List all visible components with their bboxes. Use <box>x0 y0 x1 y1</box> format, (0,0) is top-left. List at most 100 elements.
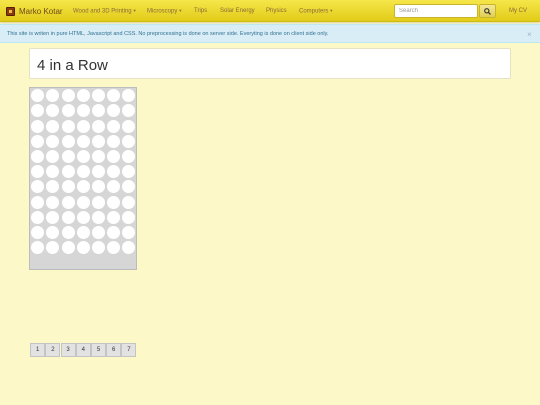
board-cell[interactable] <box>122 165 136 179</box>
board-cell[interactable] <box>76 149 90 163</box>
board-cell[interactable] <box>46 119 60 133</box>
search-input[interactable] <box>394 4 478 18</box>
board-cell[interactable] <box>76 210 90 224</box>
board-cell[interactable] <box>122 89 136 103</box>
board-cell[interactable] <box>61 104 75 118</box>
board-cell[interactable] <box>122 195 136 209</box>
board-cell[interactable] <box>122 180 136 194</box>
info-alert: This site is writen in pure HTML, Javasc… <box>0 24 540 43</box>
board-cell[interactable] <box>76 104 90 118</box>
board-cell[interactable] <box>46 89 60 103</box>
board-cell[interactable] <box>91 165 105 179</box>
board-cell[interactable] <box>91 241 105 255</box>
nav-microscopy-label: Microscopy <box>147 8 178 15</box>
brand-link[interactable]: Marko Kotar <box>6 0 63 22</box>
board-cell[interactable] <box>61 119 75 133</box>
board-cell[interactable] <box>76 241 90 255</box>
board-cell[interactable] <box>46 134 60 148</box>
drop-column-button-6[interactable]: 6 <box>106 343 122 357</box>
board-cell[interactable] <box>61 149 75 163</box>
board-cell[interactable] <box>107 210 121 224</box>
board-cell[interactable] <box>46 149 60 163</box>
nav-wood-3d-printing[interactable]: Wood and 3D Printing▼ <box>73 0 137 22</box>
board-cell[interactable] <box>107 165 121 179</box>
board-cell[interactable] <box>31 134 45 148</box>
board-cell[interactable] <box>91 225 105 239</box>
my-cv-link[interactable]: My CV <box>509 0 527 22</box>
board-cell[interactable] <box>107 149 121 163</box>
board-cell[interactable] <box>31 225 45 239</box>
board-cell[interactable] <box>61 210 75 224</box>
drop-column-button-3[interactable]: 3 <box>60 343 76 357</box>
board-cell[interactable] <box>31 210 45 224</box>
board-cell[interactable] <box>31 195 45 209</box>
board-cell[interactable] <box>91 89 105 103</box>
board-cell[interactable] <box>46 180 60 194</box>
board-cell[interactable] <box>31 89 45 103</box>
board-cell[interactable] <box>122 104 136 118</box>
chevron-down-icon: ▼ <box>329 8 334 13</box>
board-cell[interactable] <box>31 119 45 133</box>
board-cell[interactable] <box>76 165 90 179</box>
board-cell[interactable] <box>107 195 121 209</box>
board-cell[interactable] <box>76 195 90 209</box>
board-cell[interactable] <box>122 241 136 255</box>
board-cell[interactable] <box>122 210 136 224</box>
board-cell[interactable] <box>61 89 75 103</box>
board-cell[interactable] <box>107 180 121 194</box>
close-icon[interactable]: × <box>527 25 532 44</box>
board-cell[interactable] <box>46 225 60 239</box>
board-cell[interactable] <box>107 89 121 103</box>
board-cell[interactable] <box>61 180 75 194</box>
nav-trips[interactable]: Trips <box>194 0 207 22</box>
board-cell[interactable] <box>122 134 136 148</box>
board-cell[interactable] <box>31 165 45 179</box>
board-cell[interactable] <box>107 104 121 118</box>
board-cell[interactable] <box>46 165 60 179</box>
board-cell[interactable] <box>91 119 105 133</box>
board-cell[interactable] <box>31 241 45 255</box>
drop-column-button-5[interactable]: 5 <box>91 343 106 357</box>
board-cell[interactable] <box>46 195 60 209</box>
board-cell[interactable] <box>91 210 105 224</box>
board-cell[interactable] <box>91 104 105 118</box>
board-cell[interactable] <box>91 149 105 163</box>
board-cell[interactable] <box>46 210 60 224</box>
nav-microscopy[interactable]: Microscopy▼ <box>147 0 182 22</box>
drop-column-button-2[interactable]: 2 <box>45 343 61 357</box>
board-cell[interactable] <box>31 149 45 163</box>
board-cell[interactable] <box>91 195 105 209</box>
board-cell[interactable] <box>61 195 75 209</box>
nav-solar-energy[interactable]: Solar Energy <box>220 0 255 22</box>
board-cell[interactable] <box>76 119 90 133</box>
drop-column-button-7[interactable]: 7 <box>121 343 137 357</box>
nav-computers[interactable]: Computers▼ <box>299 0 333 22</box>
board-cell[interactable] <box>61 165 75 179</box>
board-cell[interactable] <box>122 119 136 133</box>
board-cell[interactable] <box>122 225 136 239</box>
nav-computers-label: Computers <box>299 8 329 15</box>
board-cell[interactable] <box>31 180 45 194</box>
drop-column-button-1[interactable]: 1 <box>30 343 46 357</box>
board-cell[interactable] <box>107 225 121 239</box>
board-cell[interactable] <box>122 149 136 163</box>
board-cell[interactable] <box>107 119 121 133</box>
page-title-panel: 4 in a Row <box>29 48 511 79</box>
board-cell[interactable] <box>76 225 90 239</box>
board-cell[interactable] <box>46 241 60 255</box>
board-cell[interactable] <box>31 104 45 118</box>
board-cell[interactable] <box>61 134 75 148</box>
board-cell[interactable] <box>91 180 105 194</box>
nav-physics[interactable]: Physics <box>266 0 287 22</box>
board-cell[interactable] <box>76 180 90 194</box>
board-cell[interactable] <box>91 134 105 148</box>
board-cell[interactable] <box>61 241 75 255</box>
board-cell[interactable] <box>76 89 90 103</box>
search-button[interactable] <box>479 4 496 18</box>
board-cell[interactable] <box>107 134 121 148</box>
board-cell[interactable] <box>46 104 60 118</box>
board-cell[interactable] <box>61 225 75 239</box>
drop-column-button-4[interactable]: 4 <box>75 343 91 357</box>
board-cell[interactable] <box>76 134 90 148</box>
board-cell[interactable] <box>107 241 121 255</box>
